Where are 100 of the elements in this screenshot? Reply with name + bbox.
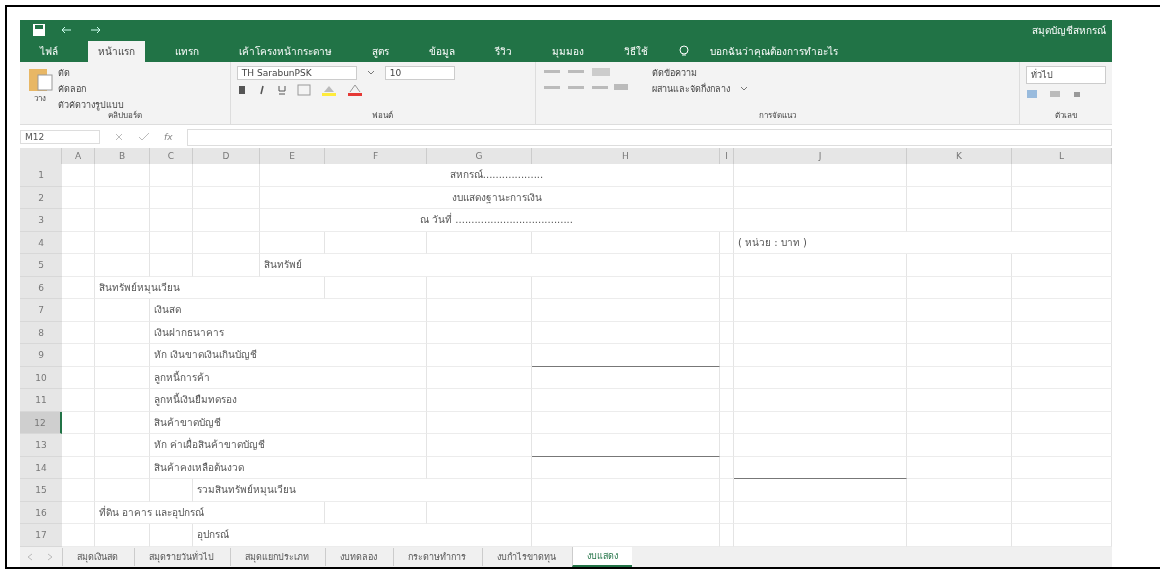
font-size-dropdown[interactable]: 10 — [384, 66, 455, 80]
ribbon-tab[interactable]: เค้าโครงหน้ากระดาษ — [229, 41, 342, 62]
sheet-tab[interactable]: งบแสดง — [572, 546, 632, 567]
insert-function-button[interactable]: fx — [164, 132, 173, 142]
merge-center-button[interactable]: ผสานและจัดกึ่งกลาง — [651, 82, 730, 96]
fill-color-icon[interactable] — [320, 84, 337, 96]
table-cell — [720, 366, 734, 389]
row-header[interactable]: 9 — [20, 344, 62, 367]
formula-input[interactable] — [186, 128, 1112, 146]
column-header[interactable]: L — [1012, 148, 1112, 164]
column-header[interactable]: I — [720, 148, 734, 164]
bold-icon[interactable] — [236, 85, 247, 95]
column-header[interactable]: C — [150, 148, 193, 164]
underline-icon[interactable] — [276, 85, 287, 95]
row-header[interactable]: 6 — [20, 276, 62, 299]
table-cell: สหกรณ์................... — [260, 164, 734, 187]
font-color-icon[interactable] — [346, 84, 363, 96]
row-header[interactable]: 2 — [20, 186, 62, 209]
table-cell — [95, 366, 150, 389]
clipboard-command[interactable]: คัดลอก — [58, 82, 124, 96]
ribbon-tab[interactable]: รีวิว — [485, 41, 522, 62]
check-icon[interactable] — [138, 132, 150, 142]
sheet-tab[interactable]: สมุดรายวันทั่วไป — [134, 547, 228, 566]
table-cell — [62, 344, 95, 367]
sheet-tab[interactable]: สมุดเงินสด — [62, 547, 132, 566]
sheet-tab[interactable]: งบทดลอง — [325, 547, 391, 566]
table-cell — [95, 321, 150, 344]
ribbon-tab[interactable]: สูตร — [362, 41, 399, 62]
row-header[interactable]: 1 — [20, 164, 62, 187]
name-box[interactable]: M12 — [20, 130, 100, 144]
clipboard-command[interactable]: ตัด — [58, 66, 124, 80]
row-header[interactable]: 16 — [20, 501, 62, 524]
table-cell — [720, 344, 734, 367]
table-cell — [95, 186, 150, 209]
group-label: ฟอนต์ — [371, 110, 395, 122]
row-header[interactable]: 14 — [20, 456, 62, 479]
table-cell — [150, 209, 193, 232]
table-cell — [720, 501, 734, 524]
table-cell — [62, 186, 95, 209]
table-cell — [95, 434, 150, 457]
column-header[interactable]: H — [532, 148, 720, 164]
border-icon[interactable] — [296, 84, 311, 96]
ribbon-tab[interactable]: ข้อมูล — [419, 41, 465, 62]
ribbon-tab[interactable]: ไฟล์ — [30, 41, 68, 62]
table-cell — [720, 389, 734, 412]
table-cell: ที่ดิน อาคาร และอุปกรณ์ — [95, 501, 325, 524]
ribbon-tab[interactable]: วิธีใช้ — [614, 41, 658, 62]
column-header[interactable]: J — [734, 148, 907, 164]
column-header[interactable]: F — [325, 148, 427, 164]
sheet-tab[interactable]: กระดาษทำการ — [393, 547, 480, 566]
font-name-dropdown[interactable]: TH SarabunPSK — [236, 66, 357, 80]
save-icon[interactable] — [32, 23, 46, 37]
tell-me-field[interactable]: บอกฉันว่าคุณต้องการทำอะไร — [710, 41, 838, 62]
row-header[interactable]: 4 — [20, 231, 62, 254]
row-header[interactable]: 5 — [20, 254, 62, 277]
row-header[interactable]: 12 — [20, 411, 62, 434]
ribbon-tab[interactable]: แทรก — [165, 41, 209, 62]
column-header[interactable]: E — [260, 148, 325, 164]
select-all-corner[interactable] — [20, 148, 62, 164]
table-cell — [720, 456, 734, 479]
table-cell — [95, 254, 150, 277]
table-cell — [720, 479, 734, 502]
table-cell: รวมสินทรัพย์หมุนเวียน — [193, 479, 532, 502]
number-format-dropdown[interactable]: ทั่วไป — [1026, 66, 1106, 84]
sheet-tab[interactable]: สมุดแยกประเภท — [230, 547, 323, 566]
row-header[interactable]: 7 — [20, 299, 62, 322]
column-header[interactable]: D — [193, 148, 260, 164]
wrap-text-button[interactable]: ตัดข้อความ — [651, 66, 748, 80]
table-cell: สินทรัพย์ — [260, 254, 720, 277]
column-header[interactable]: K — [907, 148, 1012, 164]
row-header[interactable]: 8 — [20, 321, 62, 344]
column-header[interactable]: A — [62, 148, 95, 164]
column-header[interactable]: G — [427, 148, 532, 164]
row-header[interactable]: 3 — [20, 209, 62, 232]
column-header[interactable]: B — [95, 148, 150, 164]
table-cell: สินค้าขาดบัญชี — [150, 411, 427, 434]
undo-icon[interactable] — [60, 25, 74, 35]
caret-icon[interactable] — [366, 70, 375, 76]
row-header[interactable]: 13 — [20, 434, 62, 457]
table-cell — [720, 276, 734, 299]
table-cell — [62, 299, 95, 322]
table-cell — [62, 254, 95, 277]
ribbon-tab[interactable]: มุมมอง — [542, 41, 594, 62]
ribbon-tab[interactable]: หน้าแรก — [88, 41, 145, 62]
row-header[interactable]: 11 — [20, 389, 62, 412]
row-header[interactable]: 15 — [20, 479, 62, 502]
group-label: ตัวเลข — [1054, 110, 1078, 122]
paste-button[interactable]: วาง — [26, 66, 54, 110]
table-cell — [95, 344, 150, 367]
cancel-icon[interactable] — [114, 132, 124, 142]
clipboard-command[interactable]: ตัวคัดวางรูปแบบ — [58, 98, 124, 112]
row-header[interactable]: 10 — [20, 366, 62, 389]
table-cell: ลูกหนี้เงินยืมทดรอง — [150, 389, 427, 412]
table-cell — [62, 411, 95, 434]
caret-icon[interactable] — [739, 86, 748, 92]
redo-icon[interactable] — [88, 25, 102, 35]
sheet-tab[interactable]: งบกำไรขาดทุน — [482, 547, 570, 566]
table-cell — [95, 456, 150, 479]
table-cell — [62, 276, 95, 299]
row-header[interactable]: 17 — [20, 524, 62, 547]
